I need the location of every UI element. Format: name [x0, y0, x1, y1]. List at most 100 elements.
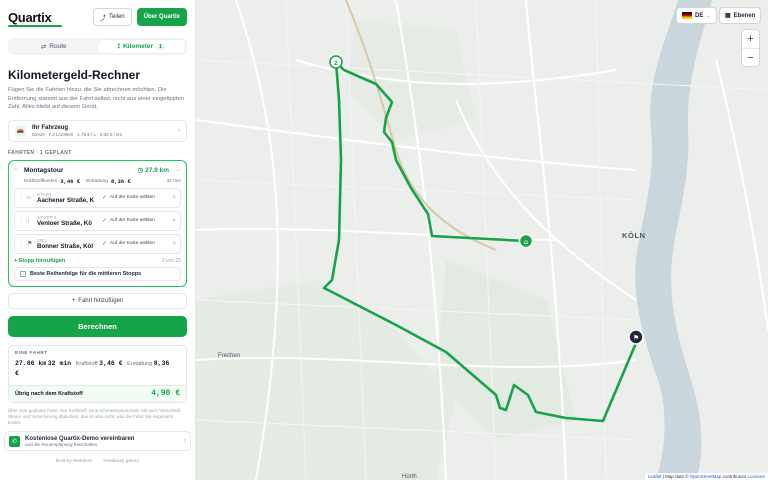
- share-icon: ⤴: [99, 15, 106, 22]
- share-button[interactable]: ⤴ Teilen: [92, 8, 132, 26]
- built-by-link[interactable]: Built by Webtiers: [56, 459, 92, 464]
- stop-start-input[interactable]: Aachener Straße, K: [37, 197, 99, 204]
- city-label-frechen: Frechen: [218, 353, 240, 359]
- stop-destination-input[interactable]: Bonner Straße, Köl: [37, 243, 99, 250]
- trip-reimb-value: 8,36 €: [110, 177, 131, 185]
- tab-kilometer[interactable]: ⟟ Kilometer 1: [97, 40, 185, 53]
- start-marker[interactable]: ⌂: [518, 233, 534, 249]
- trip-name[interactable]: Montagstour: [24, 167, 137, 174]
- calculate-button[interactable]: Berechnen: [8, 315, 187, 337]
- add-trip-button[interactable]: + Fahrt hinzufügen: [8, 292, 187, 309]
- language-selector[interactable]: DE ⌄: [676, 7, 717, 24]
- map-canvas[interactable]: ⌂ 2 ⚑ KÖLN Frechen Hürth: [196, 0, 768, 480]
- result-reimb-label: Erstattung: [127, 360, 153, 367]
- trip-fuel-value: 3,46 €: [60, 177, 81, 185]
- stop-1-pick-on-map[interactable]: ✓ Auf der Karte wählen: [102, 217, 169, 224]
- footer: Built by Webtiers · Feedback geben: [0, 459, 195, 464]
- stop-start-text: START Aachener Straße, K: [37, 192, 99, 204]
- best-order-label: Beste Reihenfolge für die mittleren Stop…: [30, 270, 142, 277]
- logo-underline: [8, 24, 62, 27]
- home-icon: ⌂: [27, 194, 31, 201]
- topbar: Quartix ⤴ Teilen Über Quartix: [0, 3, 195, 31]
- stop-1-input[interactable]: Venloer Straße, Kö: [37, 220, 99, 227]
- zoom-control: + −: [741, 29, 760, 67]
- check-icon: ✓: [102, 195, 108, 201]
- drag-handle-icon[interactable]: ⋮⋮: [19, 241, 29, 247]
- car-icon: 🚗: [15, 125, 26, 136]
- layers-button[interactable]: ▦ Ebenen: [719, 7, 762, 24]
- remove-stop-icon[interactable]: ×: [172, 218, 176, 224]
- tab-kilometer-badge: 1: [156, 43, 165, 50]
- trip-duration: 32 min: [166, 178, 181, 184]
- tab-route[interactable]: ⇄ Route: [10, 40, 98, 53]
- trip-distance: ◷ 27.9 km: [137, 166, 169, 175]
- add-stop-label: Stopp hinzufügen: [18, 257, 66, 264]
- disclaimer-text: Über eine geplante Fahrt. Nur Kraftstoff…: [8, 407, 182, 426]
- attribution-extra-link[interactable]: Luxmore: [747, 474, 765, 479]
- stop-destination-pick-on-map[interactable]: ✓ Auf der Karte wählen: [102, 240, 169, 247]
- result-card: EINE FAHRT 27.86 km 32 min Kraftstoff 3,…: [8, 344, 187, 403]
- collapse-icon[interactable]: −: [14, 167, 24, 173]
- about-quartix-button[interactable]: Über Quartix: [136, 8, 187, 26]
- result-reimb-currency: €: [15, 369, 19, 377]
- stop-1-text: STOPP 1 Venloer Straße, Kö: [37, 215, 99, 227]
- checkbox[interactable]: [20, 270, 26, 277]
- trip-distance-value: 27.9 km: [145, 166, 169, 174]
- footer-separator: ·: [96, 459, 99, 465]
- check-icon: ✓: [102, 218, 108, 224]
- chevron-right-icon: ›: [184, 438, 186, 445]
- result-line: 27.86 km 32 min Kraftstoff 3,46 € Erstat…: [15, 359, 180, 379]
- stop-start-pick-on-map[interactable]: ✓ Auf der Karte wählen: [102, 194, 169, 201]
- stop-destination: ⋮⋮ ⚑ ZIEL Bonner Straße, Köl ✓ Auf der K…: [14, 233, 181, 254]
- route-icon: ⇄: [40, 43, 47, 51]
- map-attribution: Leaflet | Map data © OpenStreetMap contr…: [644, 473, 768, 480]
- leaflet-link[interactable]: Leaflet: [648, 474, 662, 479]
- remove-stop-icon[interactable]: ×: [172, 195, 176, 201]
- vehicle-subtitle: Diesel · 7,3 L/100km · 1,75 € / L · 0,30…: [32, 131, 123, 137]
- trip-reimb-label: Erstattung: [86, 178, 108, 184]
- drag-handle-icon[interactable]: ⋮⋮: [19, 195, 29, 201]
- result-fuel-label: Kraftstoff: [75, 360, 98, 367]
- osm-link[interactable]: OpenStreetMap: [690, 474, 722, 479]
- flag-icon: ⚑: [633, 334, 639, 342]
- zoom-in-button[interactable]: +: [742, 30, 759, 48]
- home-icon: ⌂: [524, 238, 528, 246]
- map-view[interactable]: ⌂ 2 ⚑ KÖLN Frechen Hürth DE ⌄ ▦ Ebenen +…: [196, 0, 768, 480]
- about-label: Über Quartix: [143, 14, 180, 20]
- arrow-right-icon[interactable]: →: [175, 167, 181, 173]
- quartix-logo[interactable]: Quartix: [8, 10, 62, 27]
- app: Quartix ⤴ Teilen Über Quartix ⇄ Route ⟟: [0, 0, 768, 480]
- trip-card: − Montagstour ◷ 27.9 km → Kraftstoffkost…: [8, 159, 187, 287]
- vehicle-text: Ihr Fahrzeug Diesel · 7,3 L/100km · 1,75…: [32, 125, 172, 137]
- arrow-down-icon: ↓: [27, 217, 30, 224]
- phone-icon: ✆: [9, 435, 20, 447]
- plus-icon: +: [71, 297, 76, 304]
- layers-icon: ▦: [725, 13, 731, 19]
- remove-stop-icon[interactable]: ×: [172, 241, 176, 247]
- check-icon: ✓: [102, 241, 108, 247]
- pick-on-map-label: Auf der Karte wählen: [110, 218, 155, 223]
- trips-section-label: FAHRTEN · 1 GEPLANT: [8, 149, 72, 156]
- stop-marker[interactable]: 2: [329, 55, 343, 69]
- vehicle-selector[interactable]: 🚗 Ihr Fahrzeug Diesel · 7,3 L/100km · 1,…: [8, 119, 187, 142]
- best-order-toggle[interactable]: Beste Reihenfolge für die mittleren Stop…: [14, 266, 181, 281]
- zoom-out-button[interactable]: −: [742, 48, 759, 66]
- chevron-right-icon: ›: [178, 127, 180, 134]
- stop-1: ⋮⋮ ↓ STOPP 1 Venloer Straße, Kö ✓ Auf de…: [14, 210, 181, 231]
- attribution-text: | Map data ©: [662, 474, 689, 479]
- kilometer-icon: ⟟: [117, 42, 121, 50]
- city-label-koeln: KÖLN: [622, 231, 646, 240]
- result-fuel-value: 3,46 €: [99, 359, 123, 367]
- add-stop-button[interactable]: + Stopp hinzufügen: [14, 258, 65, 264]
- layers-label: Ebenen: [733, 12, 756, 19]
- intro-text: Fügen Sie die Fahrten hinzu, die Sie abr…: [8, 87, 184, 110]
- german-flag-icon: [682, 12, 692, 19]
- drag-handle-icon[interactable]: ⋮⋮: [19, 218, 29, 224]
- feedback-link[interactable]: Feedback geben: [103, 459, 139, 464]
- vehicle-title: Ihr Fahrzeug: [32, 124, 69, 131]
- destination-marker[interactable]: ⚑: [628, 329, 644, 345]
- result-net-row: Übrig nach dem Kraftstoff 4,90 €: [9, 384, 186, 402]
- demo-cta[interactable]: ✆ Kostenlose Quartix-Demo vereinbaren un…: [4, 431, 191, 452]
- tab-kilometer-label: Kilometer: [123, 43, 154, 50]
- trip-meta: Kraftstoffkosten 3,46 € Erstattung 8,36 …: [24, 178, 181, 185]
